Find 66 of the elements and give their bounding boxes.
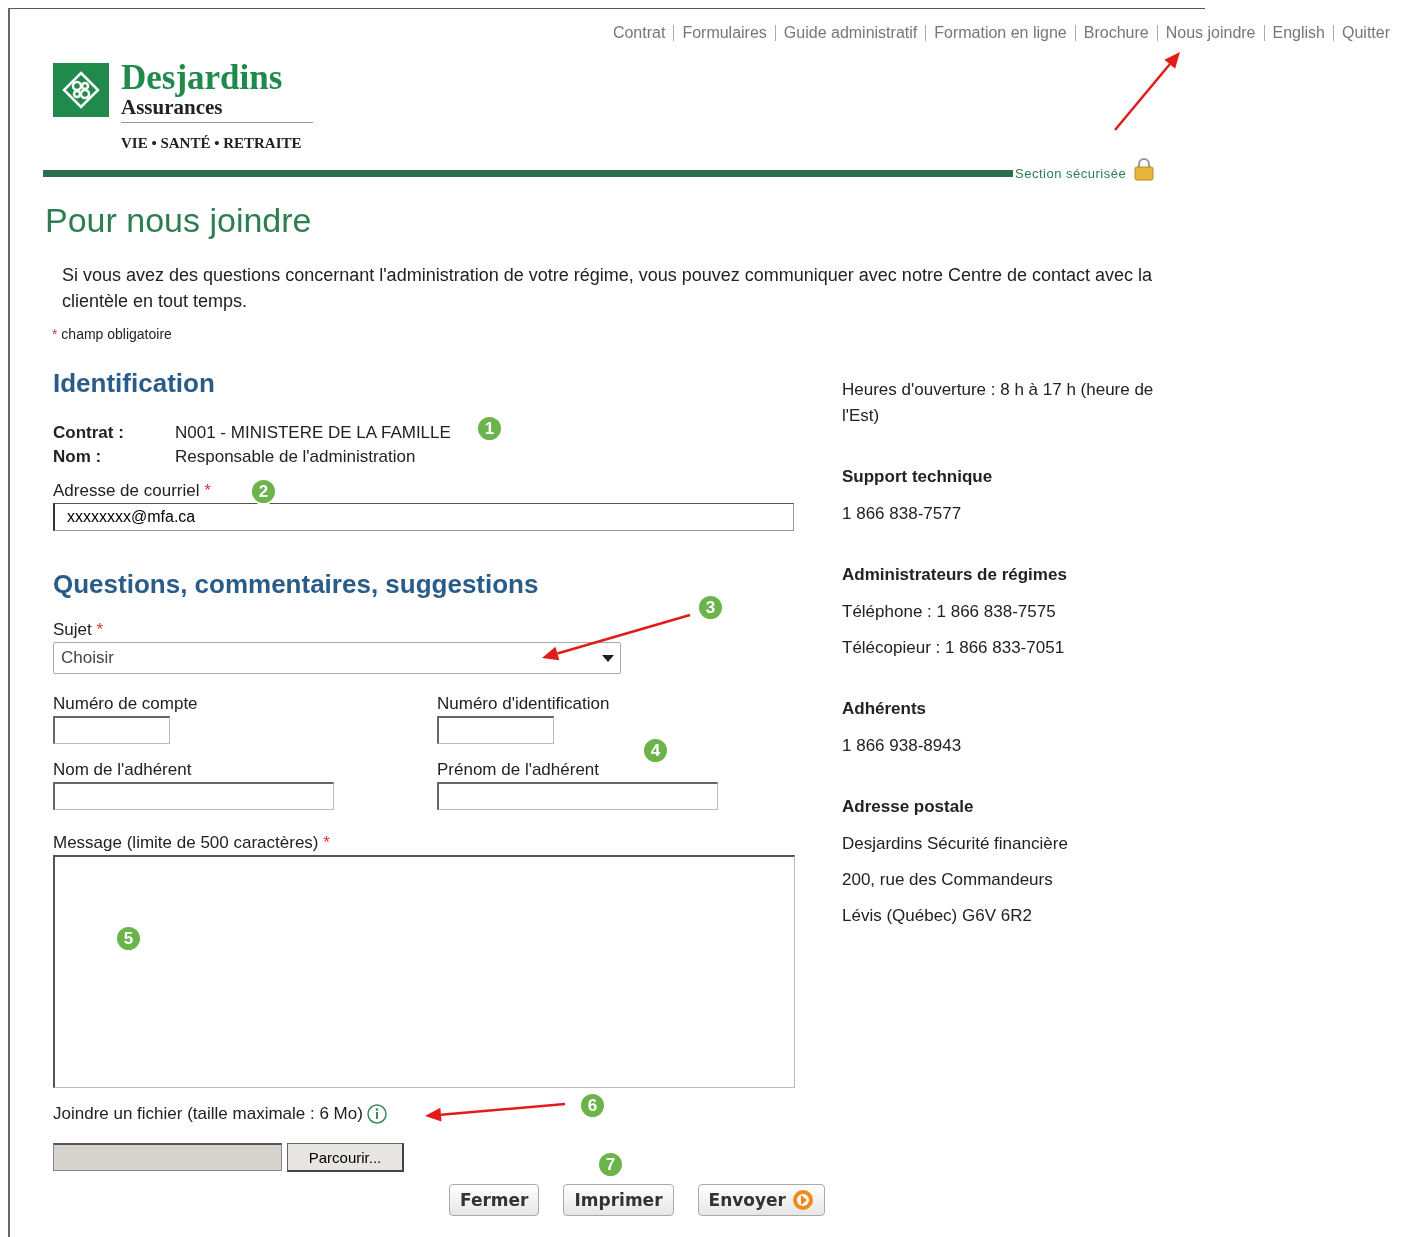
required-note: champ obligatoire — [60, 326, 172, 342]
file-path-field[interactable] — [53, 1143, 282, 1171]
callout-badge: 6 — [579, 1092, 606, 1119]
field-label: Nom : — [53, 447, 103, 467]
input-field[interactable] — [53, 716, 170, 744]
callout-badge: 7 — [597, 1151, 624, 1178]
field-value: N001 - MINISTERE DE LA FAMILLE — [175, 423, 451, 443]
nav-link[interactable]: English — [1263, 25, 1333, 41]
section-heading: Identification — [53, 368, 216, 399]
callout-badge: 3 — [697, 594, 724, 621]
subject-dropdown[interactable]: Choisir — [53, 642, 621, 674]
form-button[interactable]: Fermer — [449, 1184, 540, 1216]
contact-text: 1 866 938-8943 — [842, 735, 963, 757]
nav-link[interactable]: Brochure — [1074, 25, 1157, 41]
field-label: Joindre un fichier (taille maximale : 6 Mo) — [53, 1104, 363, 1124]
input-field[interactable] — [437, 716, 554, 744]
contact-text: Téléphone : 1 866 838-7575 — [842, 601, 1057, 623]
contact-text: Lévis (Québec) G6V 6R2 — [842, 905, 1033, 927]
field-label: Prénom de l'adhérent — [437, 760, 599, 779]
callout-badge: 5 — [115, 925, 142, 952]
logo-icon — [53, 63, 109, 117]
contact-heading: Administrateurs de régimes — [842, 565, 1068, 585]
form-button[interactable]: Imprimer — [563, 1184, 674, 1216]
contact-text: 1 866 838-7577 — [842, 503, 963, 525]
contact-heading: Adresse postale — [842, 797, 975, 817]
field-label: Sujet — [53, 620, 93, 639]
dropdown-caret-icon — [602, 654, 614, 662]
form-button[interactable]: Envoyer — [697, 1184, 825, 1216]
contact-heading: Support technique — [842, 467, 994, 487]
callout-badge: 4 — [642, 737, 669, 764]
page-title: Pour nous joindre — [45, 201, 313, 240]
brand-tagline: VIE • SANTÉ • RETRAITE — [121, 135, 303, 152]
section-heading: Questions, commentaires, suggestions — [53, 569, 540, 600]
field-label: Numéro d'identification — [437, 694, 610, 713]
lock-icon — [1134, 156, 1155, 181]
secure-label: Section sécurisée — [1015, 166, 1127, 181]
nav-link[interactable]: Nous joindre — [1156, 25, 1264, 41]
contact-text: Desjardins Sécurité financière — [842, 833, 1069, 855]
field-label: Contrat : — [53, 423, 125, 443]
required-mark: * — [323, 833, 330, 852]
nav-link[interactable]: Formulaires — [673, 25, 775, 41]
field-label: Nom de l'adhérent — [53, 760, 192, 779]
browse-button[interactable]: Parcourir... — [287, 1143, 404, 1172]
nav-link[interactable]: Contrat — [604, 25, 674, 41]
contact-text: Télécopieur : 1 866 833-7051 — [842, 637, 1066, 659]
field-label: Adresse de courriel — [53, 481, 201, 500]
field-label: Numéro de compte — [53, 694, 198, 713]
callout-badge: 1 — [476, 415, 503, 442]
nav-link[interactable]: Quitter — [1333, 25, 1398, 41]
info-icon[interactable] — [366, 1104, 387, 1124]
nav-link[interactable]: Guide administratif — [774, 25, 926, 41]
contact-text: 200, rue des Commandeurs — [842, 869, 1054, 891]
contact-text: Heures d'ouverture : 8 h à 17 h (heure de l'Est) — [842, 379, 1155, 427]
input-field[interactable] — [53, 782, 334, 810]
required-mark: * — [204, 481, 211, 500]
email-field[interactable]: xxxxxxxx@mfa.ca — [53, 503, 794, 531]
intro-text: Si vous avez des questions concernant l'administration de votre régime, vous pouvez communiquer avec notre Centre de contact avec la clientèle en tout temps. — [62, 264, 1154, 313]
brand-name: Desjardins — [121, 61, 284, 95]
field-label: Message (limite de 500 caractères) — [53, 833, 320, 852]
input-field[interactable] — [437, 782, 718, 810]
required-mark: * — [52, 326, 58, 342]
required-mark: * — [96, 620, 104, 639]
contact-heading: Adhérents — [842, 699, 928, 719]
field-value: Responsable de l'administration — [175, 447, 416, 467]
nav-link[interactable]: Formation en ligne — [925, 25, 1075, 41]
callout-badge: 2 — [250, 478, 277, 505]
